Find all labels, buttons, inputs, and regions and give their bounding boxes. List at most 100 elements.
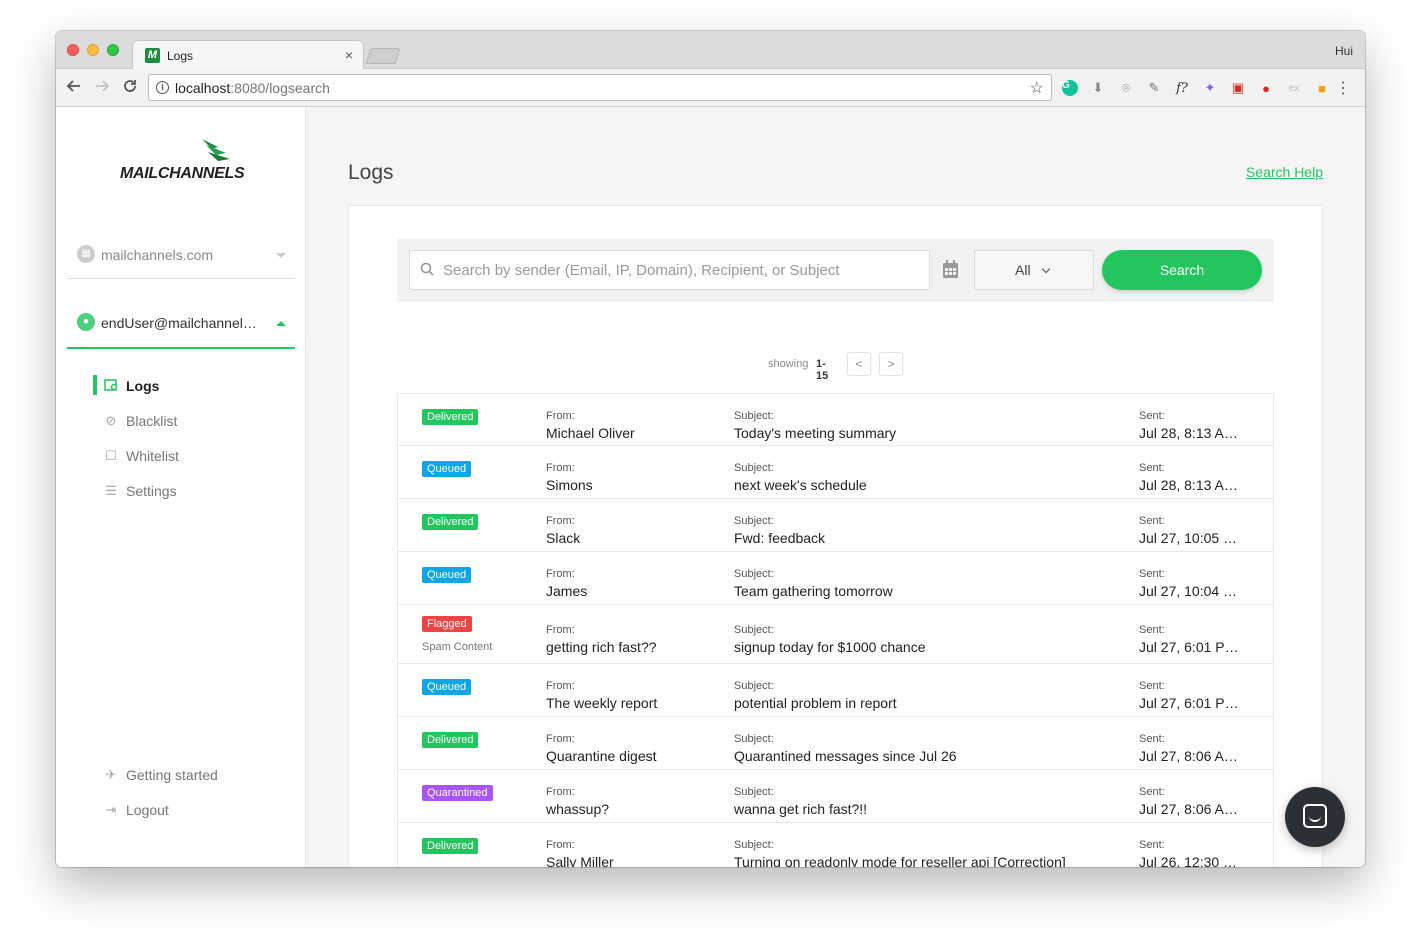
log-row[interactable]: Delivered From: Slack Subject: Fwd: feedback…: [397, 499, 1274, 552]
subject-label: Subject:: [734, 839, 774, 851]
page-title: Logs: [348, 161, 394, 184]
log-row[interactable]: Quarantined From: whassup? Subject: wanna ge…: [397, 770, 1274, 823]
caret-down-icon: [276, 253, 286, 258]
sent-label: Sent:: [1139, 624, 1165, 636]
logo-wings-icon: [202, 139, 230, 161]
subject-label: Subject:: [734, 515, 774, 527]
sidebar-item-logout[interactable]: ⇥ Logout: [93, 799, 283, 823]
log-row[interactable]: Queued From: James Subject: Team gathering t…: [397, 552, 1274, 605]
calendar-icon[interactable]: [942, 260, 959, 279]
camera-extension-icon[interactable]: ⌾: [1116, 78, 1136, 98]
log-row[interactable]: Delivered From: Sally Miller Subject: Turnin…: [397, 823, 1274, 867]
browser-tab-logs[interactable]: M Logs ×: [132, 40, 364, 70]
user-selector[interactable]: ● endUser@mailchannel…: [67, 307, 295, 349]
browser-toolbar: i localhost:8080/logsearch ☆ G ⬇ ⌾ ✎ f? …: [56, 69, 1365, 107]
eyedropper-extension-icon[interactable]: ✎: [1144, 78, 1164, 98]
url-text[interactable]: localhost:8080/logsearch: [175, 80, 330, 96]
previous-page-button[interactable]: <: [847, 352, 871, 376]
log-row[interactable]: Queued From: The weekly report Subject: pote…: [397, 664, 1274, 717]
logout-icon: ⇥: [105, 802, 117, 817]
page-content: MAILCHANNELS ▦ mailchannels.com ● endUse…: [56, 107, 1365, 867]
block-icon: ⊘: [105, 413, 117, 428]
log-row[interactable]: Delivered From: Michael Oliver Subject: Toda…: [397, 393, 1274, 446]
sent-value: Jul 26, 12:30 …: [1139, 854, 1238, 867]
status-badge: Delivered: [422, 514, 479, 530]
from-label: From:: [546, 410, 575, 422]
logs-panel: Search by sender (Email, IP, Domain), Re…: [348, 205, 1323, 867]
sidebar-item-settings[interactable]: ☰ Settings: [93, 480, 283, 504]
sent-label: Sent:: [1139, 410, 1165, 422]
from-value: Michael Oliver: [546, 425, 635, 441]
alert-extension-icon[interactable]: ●: [1256, 78, 1276, 98]
search-input[interactable]: Search by sender (Email, IP, Domain), Re…: [409, 250, 930, 290]
sent-label: Sent:: [1139, 733, 1165, 745]
from-label: From:: [546, 568, 575, 580]
log-row[interactable]: Flagged Spam Content From: getting rich fas…: [397, 605, 1274, 664]
from-value: Simons: [546, 477, 593, 493]
back-icon[interactable]: [64, 78, 84, 100]
chat-widget-button[interactable]: [1285, 787, 1345, 847]
plane-icon: ✈: [105, 767, 117, 782]
sent-value: Jul 27, 8:06 A…: [1139, 801, 1238, 817]
search-button[interactable]: Search: [1102, 250, 1262, 290]
domain-label: mailchannels.com: [101, 247, 214, 263]
subject-label: Subject:: [734, 624, 774, 636]
subject-label: Subject:: [734, 733, 774, 745]
sidebar: MAILCHANNELS ▦ mailchannels.com ● endUse…: [56, 107, 306, 867]
tab-title: Logs: [167, 49, 194, 63]
minimize-window-button[interactable]: [87, 44, 99, 56]
status-badge: Delivered: [422, 838, 479, 854]
subject-value: signup today for $1000 chance: [734, 639, 926, 655]
from-value: Slack: [546, 530, 581, 546]
sent-label: Sent:: [1139, 515, 1165, 527]
sidebar-item-label: Getting started: [126, 767, 218, 783]
sidebar-item-logs[interactable]: Logs: [93, 375, 283, 399]
status-filter-select[interactable]: All: [974, 250, 1094, 290]
download-extension-icon[interactable]: ⬇: [1088, 78, 1108, 98]
mailchannels-logo[interactable]: MAILCHANNELS: [120, 137, 250, 187]
next-page-button[interactable]: >: [879, 352, 903, 376]
feather-extension-icon[interactable]: ✦: [1200, 78, 1220, 98]
sent-value: Jul 27, 6:01 P…: [1139, 639, 1239, 655]
bookmark-star-icon[interactable]: ☆: [1030, 78, 1044, 98]
status-note: Spam Content: [422, 641, 493, 653]
from-label: From:: [546, 624, 575, 636]
grammarly-extension-icon[interactable]: G: [1060, 78, 1080, 98]
sidebar-item-blacklist[interactable]: ⊘ Blacklist: [93, 410, 283, 434]
forward-icon[interactable]: [92, 78, 112, 100]
new-tab-button[interactable]: [365, 48, 401, 64]
orange-extension-icon[interactable]: ■: [1312, 78, 1332, 98]
log-table: Delivered From: Michael Oliver Subject: Toda…: [397, 393, 1274, 867]
subject-label: Subject:: [734, 410, 774, 422]
ex-extension-icon[interactable]: ex: [1284, 78, 1304, 98]
status-badge: Delivered: [422, 732, 479, 748]
log-row[interactable]: Queued From: Simons Subject: next week's sch…: [397, 446, 1274, 499]
log-row[interactable]: Delivered From: Quarantine digest Subject: Q…: [397, 717, 1274, 770]
from-label: From:: [546, 733, 575, 745]
sidebar-item-getting-started[interactable]: ✈ Getting started: [93, 764, 283, 788]
from-value: The weekly report: [546, 695, 658, 711]
maximize-window-button[interactable]: [107, 44, 119, 56]
logo-text: MAILCHANNELS: [120, 165, 245, 182]
from-label: From:: [546, 786, 575, 798]
address-bar[interactable]: i localhost:8080/logsearch ☆: [148, 74, 1052, 101]
tab-close-icon[interactable]: ×: [345, 47, 353, 63]
user-icon: ●: [77, 313, 95, 331]
font-extension-icon[interactable]: f?: [1172, 78, 1192, 98]
sidebar-item-whitelist[interactable]: ☐ Whitelist: [93, 445, 283, 469]
sent-label: Sent:: [1139, 786, 1165, 798]
close-window-button[interactable]: [67, 44, 79, 56]
search-help-link[interactable]: Search Help: [1246, 164, 1323, 180]
pagination-range: 1-15: [816, 358, 829, 382]
from-label: From:: [546, 680, 575, 692]
user-label: endUser@mailchannel…: [101, 315, 257, 331]
browser-profile-name[interactable]: Hui: [1335, 44, 1353, 58]
domain-selector[interactable]: ▦ mailchannels.com: [67, 239, 295, 279]
browser-menu-icon[interactable]: ⋮: [1335, 78, 1351, 98]
info-icon[interactable]: i: [156, 81, 169, 94]
sent-value: Jul 28, 8:13 A…: [1139, 477, 1238, 493]
sent-value: Jul 27, 8:06 A…: [1139, 748, 1238, 764]
sent-label: Sent:: [1139, 839, 1165, 851]
bug-extension-icon[interactable]: ▣: [1228, 78, 1248, 98]
reload-icon[interactable]: [120, 78, 140, 100]
